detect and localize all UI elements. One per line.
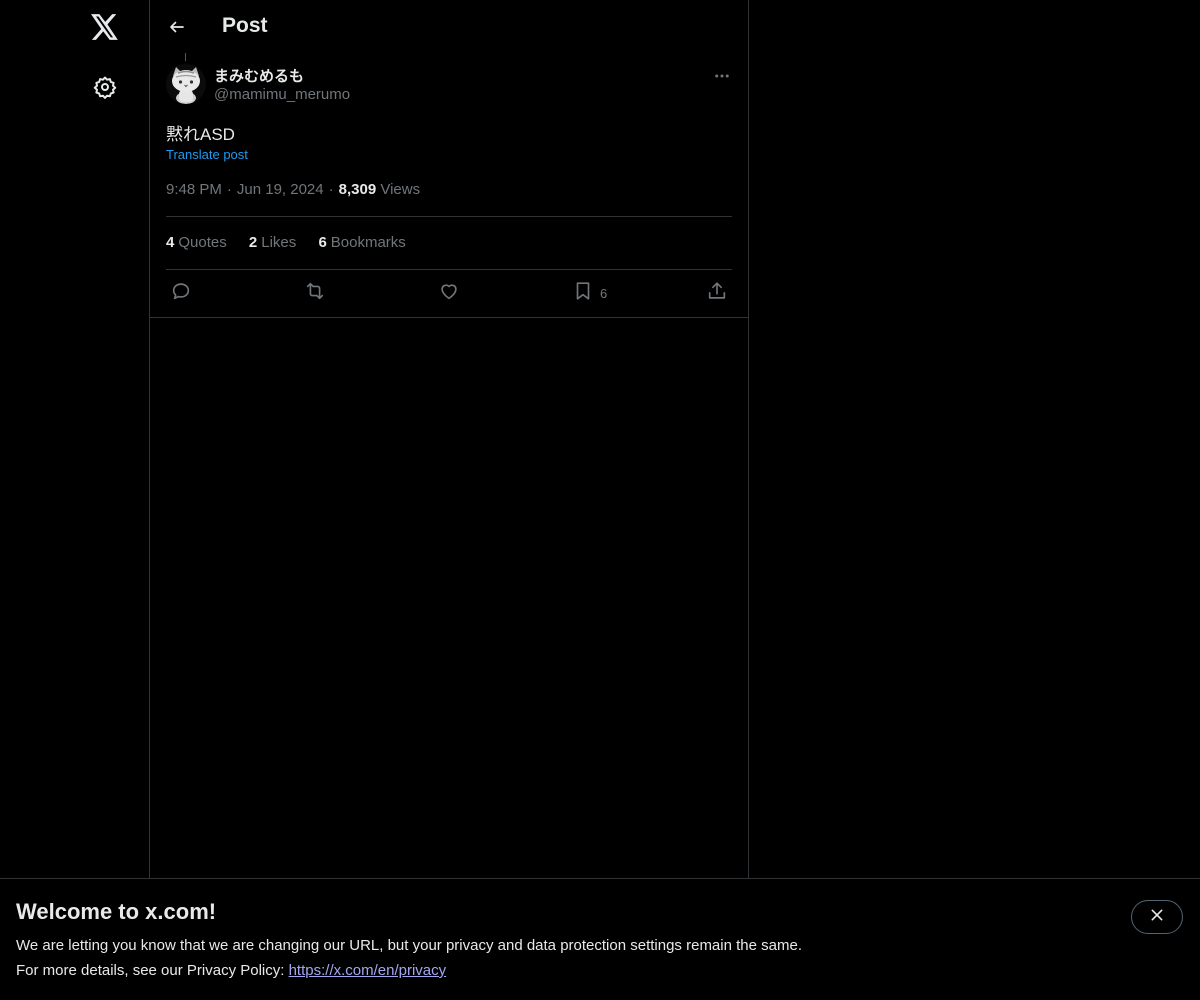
bookmarks-stat[interactable]: 6 Bookmarks <box>318 234 405 251</box>
avatar[interactable] <box>166 64 206 104</box>
privacy-policy-link[interactable]: https://x.com/en/privacy <box>289 962 447 979</box>
likes-stat[interactable]: 2 Likes <box>249 234 296 251</box>
banner-privacy-line: For more details, see our Privacy Policy… <box>16 962 446 979</box>
heart-icon <box>438 280 460 307</box>
divider <box>150 317 748 318</box>
views-label: Views <box>380 181 421 198</box>
banner-message: We are letting you know that we are chan… <box>16 937 802 954</box>
post-date[interactable]: Jun 19, 2024 <box>237 181 324 198</box>
bookmarks-label: Bookmarks <box>330 234 406 251</box>
repost-button[interactable] <box>304 278 326 308</box>
bookmark-count: 6 <box>600 285 608 301</box>
translate-post-link[interactable]: Translate post <box>166 147 248 162</box>
banner-title: Welcome to x.com! <box>16 899 217 924</box>
divider <box>166 216 732 217</box>
gear-icon[interactable] <box>88 70 122 104</box>
repost-icon <box>304 280 326 307</box>
quotes-label: Quotes <box>178 234 227 251</box>
arrow-left-icon[interactable] <box>162 12 192 42</box>
meta-separator: · <box>328 181 334 198</box>
likes-label: Likes <box>261 234 297 251</box>
thread-line <box>185 53 186 61</box>
bookmark-button[interactable]: 6 <box>572 278 607 308</box>
welcome-banner: Welcome to x.com! We are letting you kno… <box>0 878 1200 1000</box>
quotes-count: 4 <box>166 234 175 251</box>
meta-separator: · <box>226 181 232 198</box>
action-bar: 6 <box>166 278 732 308</box>
post-meta: 9:48 PM · Jun 19, 2024 · 8,309 Views <box>166 181 420 198</box>
like-button[interactable] <box>438 278 460 308</box>
post-stats: 4 Quotes 2 Likes 6 Bookmarks <box>166 234 424 251</box>
likes-count: 2 <box>248 234 258 251</box>
quotes-stat[interactable]: 4 Quotes <box>166 234 227 251</box>
post-column: Post まみむめるも @mamimu_merumo 黙れASD Transla… <box>150 0 749 878</box>
views-count: 8,309 <box>338 181 377 198</box>
author-name[interactable]: まみむめるも <box>214 65 304 86</box>
more-horizontal-icon[interactable] <box>710 64 734 88</box>
author-handle[interactable]: @mamimu_merumo <box>214 86 350 103</box>
bookmark-icon <box>572 280 594 307</box>
share-icon <box>706 280 728 307</box>
post-time[interactable]: 9:48 PM <box>166 181 222 198</box>
share-button[interactable] <box>706 278 728 308</box>
close-icon <box>1149 907 1165 928</box>
banner-privacy-prefix: For more details, see our Privacy Policy… <box>16 962 289 979</box>
reply-button[interactable] <box>170 278 192 308</box>
x-logo-icon[interactable] <box>88 10 122 44</box>
page-title: Post <box>222 14 268 37</box>
close-banner-button[interactable] <box>1131 900 1183 934</box>
reply-icon <box>170 280 192 307</box>
bookmarks-count: 6 <box>318 234 327 251</box>
post-header: Post <box>150 0 748 54</box>
left-nav <box>0 0 150 878</box>
divider <box>166 269 732 270</box>
post-text: 黙れASD <box>166 125 235 144</box>
